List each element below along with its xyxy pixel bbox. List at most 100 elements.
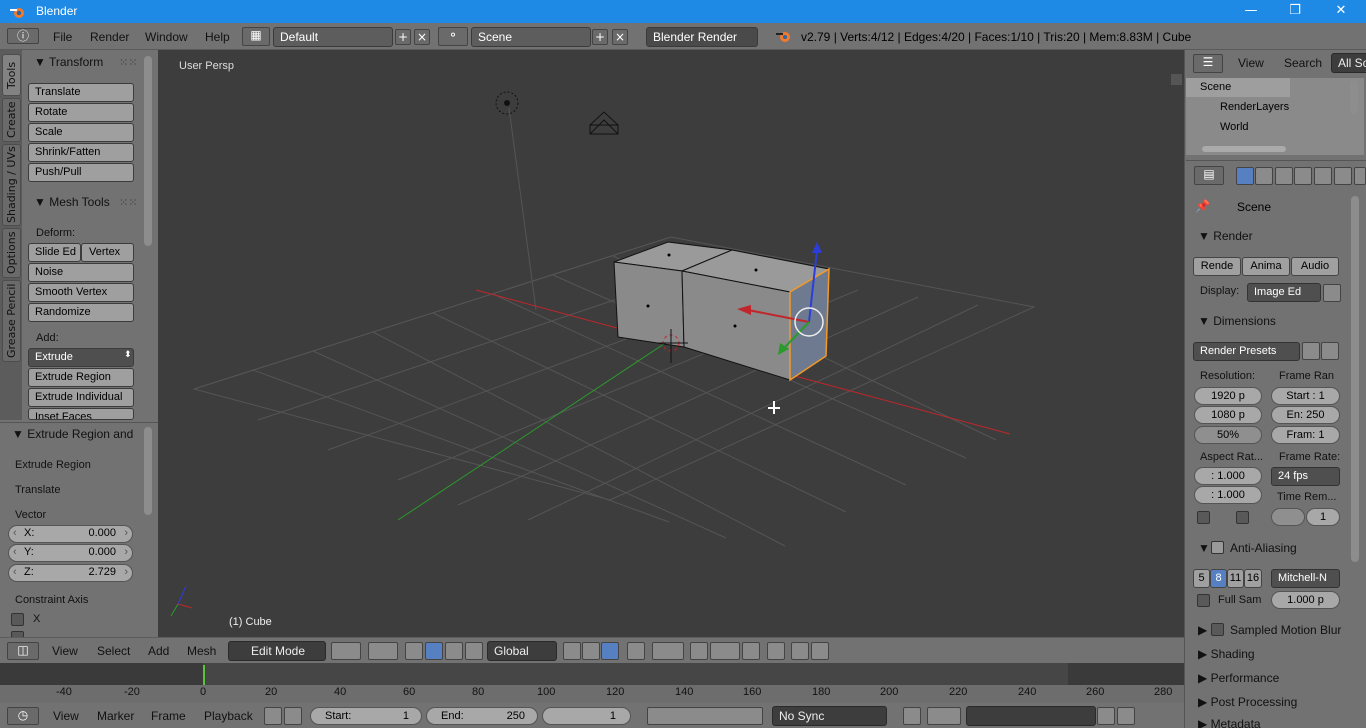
outliner-menu-view[interactable]: View <box>1238 56 1264 70</box>
vector-x-field[interactable]: ‹ X: 0.000 › <box>8 525 133 543</box>
aa-samples-11[interactable]: 11 <box>1227 569 1244 588</box>
aa-samples-16[interactable]: 16 <box>1244 569 1262 588</box>
inset-faces-button[interactable]: Inset Faces <box>28 408 134 420</box>
editor-type-timeline-icon[interactable]: ◷ <box>7 707 39 725</box>
active-keying-set-field[interactable] <box>966 706 1096 726</box>
orientation-select[interactable]: Global <box>487 641 557 661</box>
remove-preset-icon[interactable] <box>1321 342 1339 360</box>
render-presets-select[interactable]: Render Presets <box>1193 342 1300 361</box>
world-context-icon[interactable] <box>1294 167 1312 185</box>
viewport-corner-icon[interactable] <box>1171 74 1182 85</box>
render-engine-select[interactable]: Blender Render <box>646 27 758 47</box>
render-button[interactable]: Rende <box>1193 257 1241 276</box>
outliner-item-renderlayers[interactable]: RenderLayers <box>1220 101 1289 113</box>
scene-context-icon[interactable] <box>1275 167 1293 185</box>
menu-render[interactable]: Render <box>90 30 129 44</box>
add-preset-icon[interactable] <box>1302 342 1320 360</box>
mode-select[interactable]: Edit Mode <box>228 641 326 661</box>
properties-scrollbar[interactable] <box>1351 196 1359 562</box>
scale-manipulator-icon[interactable] <box>465 642 483 660</box>
full-sample-checkbox[interactable] <box>1197 594 1210 607</box>
modifiers-context-icon[interactable] <box>1354 167 1366 185</box>
filter-size-field[interactable]: 1.000 p <box>1271 591 1340 609</box>
render-context-icon[interactable] <box>1236 167 1254 185</box>
start-frame-field[interactable]: Start: 1 <box>310 707 422 725</box>
frame-start-field[interactable]: Start : 1 <box>1271 387 1340 405</box>
render-animation-icon[interactable] <box>811 642 829 660</box>
outliner-menu-search[interactable]: Search <box>1284 56 1322 70</box>
noise-button[interactable]: Noise <box>28 263 134 282</box>
menu-window[interactable]: Window <box>145 30 188 44</box>
operator-panel-header[interactable]: ▼ Extrude Region and <box>12 427 133 441</box>
slide-vertex-button[interactable]: Vertex <box>81 243 134 262</box>
layout-field[interactable]: Default <box>273 27 393 47</box>
performance-panel-header[interactable]: ▶ Performance <box>1198 671 1279 685</box>
editor-type-outliner-icon[interactable]: ☰ <box>1193 54 1223 73</box>
tab-grease-pencil[interactable]: Grease Pencil <box>2 280 21 362</box>
resolution-percent-field[interactable]: 50% <box>1194 426 1262 444</box>
current-frame-field[interactable]: 1 <box>542 707 631 725</box>
render-layers-context-icon[interactable] <box>1255 167 1273 185</box>
sampled-motion-blur-header[interactable]: ▶ <box>1198 623 1207 637</box>
rotate-button[interactable]: Rotate <box>28 103 134 122</box>
scene-selector-icon[interactable]: ⚬ <box>438 27 468 46</box>
tab-create[interactable]: Create <box>2 98 21 142</box>
vector-y-field[interactable]: ‹ Y: 0.000 › <box>8 544 133 562</box>
end-frame-field[interactable]: End: 250 <box>426 707 538 725</box>
keying-set-icon[interactable] <box>927 707 961 725</box>
lamp-icon[interactable] <box>495 91 519 115</box>
viewport-canvas[interactable] <box>158 50 1184 637</box>
render-panel-header[interactable]: ▼ Render <box>1198 229 1253 243</box>
menu-frame[interactable]: Frame <box>151 709 186 723</box>
timeline[interactable] <box>0 663 1184 703</box>
tool-shelf-scrollbar[interactable] <box>144 56 152 246</box>
editor-type-info-icon[interactable]: ⓘ <box>7 28 39 44</box>
frame-end-field[interactable]: En: 250 <box>1271 406 1340 424</box>
menu-select[interactable]: Select <box>97 644 130 658</box>
constraint-x-checkbox[interactable] <box>11 613 24 626</box>
vertex-select-icon[interactable] <box>563 642 581 660</box>
menu-timeline-view[interactable]: View <box>53 709 79 723</box>
dimensions-panel-header[interactable]: ▼ Dimensions <box>1198 314 1276 328</box>
menu-mesh[interactable]: Mesh <box>187 644 216 658</box>
extrude-region-button[interactable]: Extrude Region <box>28 368 134 387</box>
crop-checkbox[interactable] <box>1236 511 1249 524</box>
anti-aliasing-panel-header[interactable]: ▼ <box>1198 541 1210 555</box>
resolution-x-field[interactable]: 1920 p <box>1194 387 1262 405</box>
menu-file[interactable]: File <box>53 30 72 44</box>
tab-options[interactable]: Options <box>2 228 21 278</box>
translate-manipulator-icon[interactable] <box>425 642 443 660</box>
shading-panel-header[interactable]: ▶ Shading <box>1198 647 1255 661</box>
frame-rate-select[interactable]: 24 fps <box>1271 467 1340 486</box>
face-select-icon[interactable] <box>601 642 619 660</box>
translate-button[interactable]: Translate <box>28 83 134 102</box>
preview-range-icon[interactable] <box>264 707 282 725</box>
rotate-manipulator-icon[interactable] <box>445 642 463 660</box>
editor-type-3d-icon[interactable]: ◫ <box>7 642 39 660</box>
proportional-edit-icon[interactable] <box>652 642 684 660</box>
mesh-tools-panel-header[interactable]: ▼ Mesh Tools <box>34 195 110 209</box>
motion-blur-checkbox[interactable] <box>1211 623 1224 636</box>
snap-target-icon[interactable] <box>742 642 760 660</box>
smooth-vertex-button[interactable]: Smooth Vertex <box>28 283 134 302</box>
outliner-scrollbar[interactable] <box>1350 80 1358 114</box>
operator-panel-scrollbar[interactable] <box>144 427 152 515</box>
minimize-button[interactable]: — <box>1228 0 1274 23</box>
scene-field[interactable]: Scene <box>471 27 591 47</box>
manipulator-toggle-icon[interactable] <box>405 642 423 660</box>
delete-keyframe-icon[interactable] <box>1117 707 1135 725</box>
outliner-item-world[interactable]: World <box>1220 121 1249 133</box>
time-remap-new-field[interactable]: 1 <box>1306 508 1340 526</box>
outliner-hscrollbar[interactable] <box>1202 146 1286 152</box>
snap-element-icon[interactable] <box>710 642 740 660</box>
menu-playback[interactable]: Playback <box>204 709 253 723</box>
cube-mesh[interactable] <box>613 241 831 382</box>
animation-button[interactable]: Anima <box>1242 257 1290 276</box>
record-icon[interactable] <box>903 707 921 725</box>
snap-toggle-icon[interactable] <box>690 642 708 660</box>
remove-layout-icon[interactable]: × <box>414 29 430 45</box>
layout-selector-icon[interactable]: ▦ <box>242 27 270 46</box>
transform-panel-header[interactable]: ▼ Transform <box>34 55 103 69</box>
object-context-icon[interactable] <box>1314 167 1332 185</box>
copy-layers-icon[interactable] <box>767 642 785 660</box>
